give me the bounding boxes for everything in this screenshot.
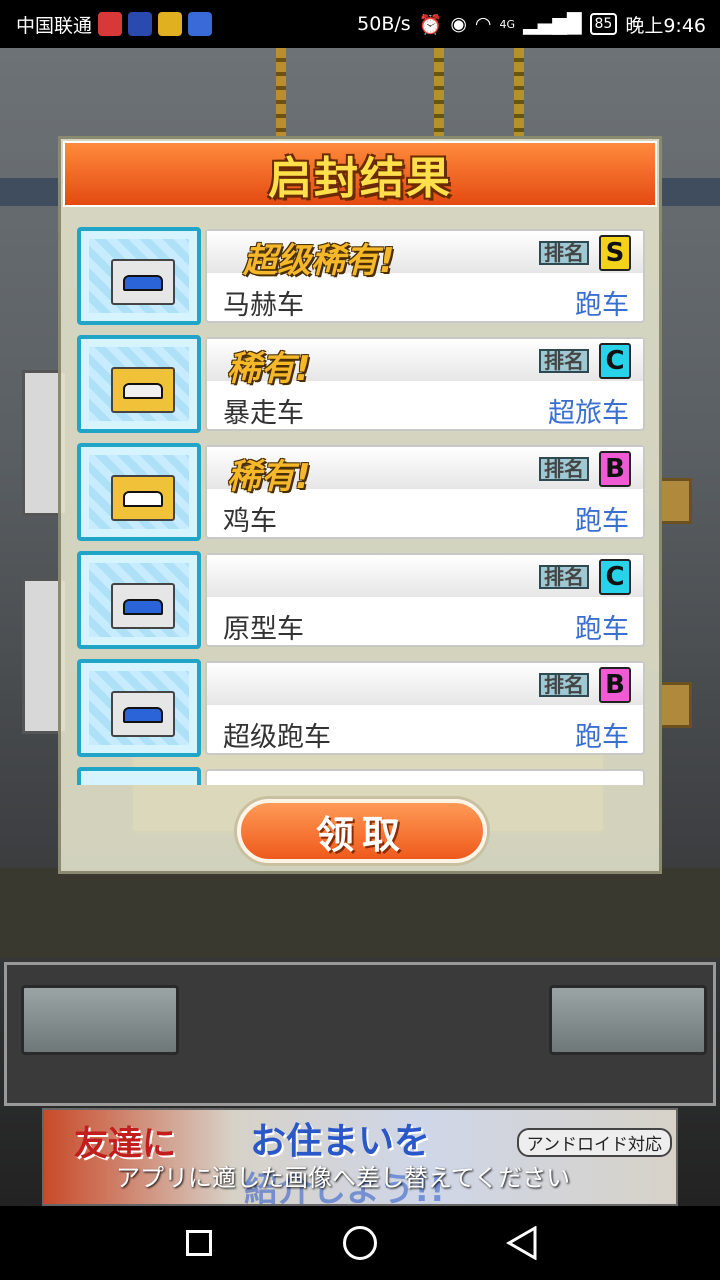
toy-box-icon	[111, 691, 175, 737]
car-icon	[123, 491, 163, 507]
claim-button[interactable]: 领取	[237, 799, 487, 863]
result-list[interactable]: 超级稀有! 排名 S 马赫车 跑车 稀有! 排名 C 暴走车 超旅车 稀有! 排…	[77, 227, 647, 785]
car-name: 马赫车	[223, 290, 304, 321]
network-type: 4G	[499, 17, 516, 31]
car-name: 超级跑车	[223, 722, 331, 753]
car-type: 跑车	[575, 290, 629, 321]
alarm-icon: ⏰	[418, 13, 443, 36]
result-row[interactable]: 排名 C 原型车 跑车	[77, 551, 647, 649]
grade-badge: B	[599, 451, 631, 487]
dialog-header: 启封结果	[63, 141, 657, 207]
grade-badge: C	[599, 559, 631, 595]
recent-apps-icon[interactable]	[186, 1230, 212, 1256]
app-notification-icon	[98, 12, 123, 36]
dialog-title: 启封结果	[268, 153, 452, 204]
lock-notification-icon	[128, 12, 153, 36]
result-row[interactable]: 排名 B 超级跑车 跑车	[77, 659, 647, 757]
navigation-bar	[0, 1206, 720, 1280]
car-icon	[123, 599, 163, 615]
item-thumbnail	[77, 335, 201, 433]
car-icon	[123, 383, 163, 399]
rarity-label: 稀有!	[227, 349, 311, 389]
grade-badge: C	[599, 343, 631, 379]
item-card: 稀有! 排名 C 暴走车 超旅车	[205, 337, 645, 431]
item-thumbnail	[77, 767, 201, 785]
game-console-panel	[4, 962, 716, 1106]
item-card: 排名 C 原型车 跑车	[205, 553, 645, 647]
grade-badge: S	[599, 235, 631, 271]
toy-box-icon	[111, 583, 175, 629]
car-type: 跑车	[575, 614, 629, 645]
result-row[interactable]: 稀有! 排名 B 鸡车 跑车	[77, 443, 647, 541]
status-bar: 中国联通 50B/s ⏰ ◉ ◠ 4G ▂▄▆█ 85 晚上9:46	[0, 0, 720, 48]
car-type: 跑车	[575, 506, 629, 537]
car-icon	[123, 707, 163, 723]
toy-box-icon	[111, 475, 175, 521]
rank-label: 排名	[539, 457, 589, 481]
result-row[interactable]: 超级稀有! 排名 S 马赫车 跑车	[77, 227, 647, 325]
rarity-label: 稀有!	[227, 457, 311, 497]
item-card: 排名 B 超级跑车 跑车	[205, 661, 645, 755]
car-name: 暴走车	[223, 398, 304, 429]
car-type: 超旅车	[548, 398, 629, 429]
ad-banner[interactable]: 友達に お住まいを 紹介しよう!! アンドロイド対応 アプリに適した画像へ差し替…	[42, 1108, 678, 1206]
ad-android-badge: アンドロイド対応	[516, 1128, 672, 1157]
clock: 晚上9:46	[625, 14, 706, 37]
car-name: 鸡车	[223, 506, 277, 537]
result-row[interactable]: 稀有! 排名 C 暴走车 超旅车	[77, 335, 647, 433]
right-console-button[interactable]	[549, 985, 707, 1055]
rarity-label: 超级稀有!	[243, 241, 395, 281]
left-console-button[interactable]	[21, 985, 179, 1055]
rank-label: 排名	[539, 241, 589, 265]
back-icon[interactable]	[505, 1226, 539, 1260]
item-thumbnail	[77, 227, 201, 325]
ad-overlay-text: アプリに適した画像へ差し替えてください	[116, 1164, 571, 1192]
star-notification-icon	[158, 12, 183, 36]
result-row-partial[interactable]	[77, 767, 647, 785]
floor	[0, 868, 720, 958]
car-name: 原型车	[223, 614, 304, 645]
item-thumbnail	[77, 443, 201, 541]
toy-box-icon	[111, 259, 175, 305]
signal-icon: ▂▄▆█	[523, 13, 582, 35]
grade-badge: B	[599, 667, 631, 703]
battery-icon: 85	[589, 13, 618, 35]
unboxing-result-dialog: 启封结果 超级稀有! 排名 S 马赫车 跑车 稀有! 排名 C 暴走车 超旅车 …	[58, 136, 662, 874]
wifi-icon: ◠	[474, 13, 492, 35]
claim-button-label: 领取	[315, 812, 408, 857]
network-speed: 50B/s	[357, 13, 411, 35]
item-card: 超级稀有! 排名 S 马赫车 跑车	[205, 229, 645, 323]
carrier-name: 中国联通	[16, 14, 93, 37]
item-thumbnail	[77, 659, 201, 757]
car-type: 跑车	[575, 722, 629, 753]
item-thumbnail	[77, 551, 201, 649]
ad-headline-2: お住まいを	[250, 1121, 431, 1162]
item-card: 稀有! 排名 B 鸡车 跑车	[205, 445, 645, 539]
car-icon	[123, 275, 163, 291]
item-card	[205, 769, 645, 785]
paw-notification-icon	[188, 12, 213, 36]
eye-icon: ◉	[450, 13, 467, 35]
home-icon[interactable]	[343, 1226, 377, 1260]
rank-label: 排名	[539, 673, 589, 697]
rank-label: 排名	[539, 349, 589, 373]
rank-label: 排名	[539, 565, 589, 589]
toy-box-icon	[111, 367, 175, 413]
